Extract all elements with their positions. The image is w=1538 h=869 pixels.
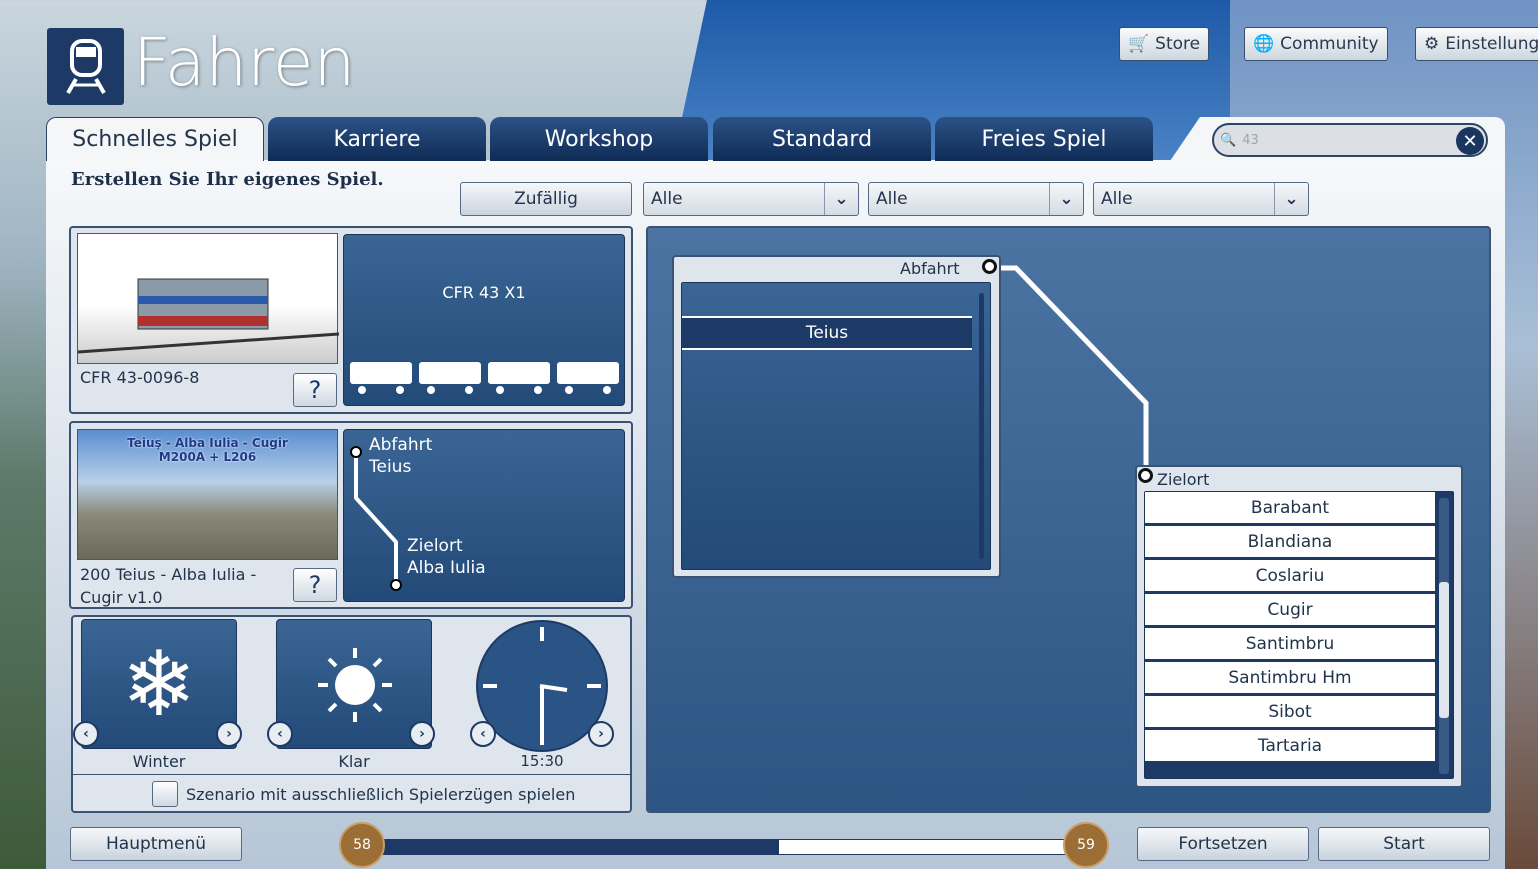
scrollbar[interactable]: [979, 293, 984, 559]
help-icon: ?: [308, 376, 322, 404]
thumb-title: Teiuş - Alba Iulia - Cugir: [127, 436, 288, 450]
destination-item[interactable]: Tartaria: [1145, 730, 1435, 764]
chevron-down-icon: ⌄: [824, 183, 858, 215]
help-icon: ?: [308, 571, 322, 599]
gear-icon: ⚙: [1424, 34, 1440, 54]
filter-dropdown-1[interactable]: Alle ⌄: [643, 182, 859, 216]
tab-label: Workshop: [544, 126, 654, 152]
season-prev-button[interactable]: ‹: [73, 721, 99, 747]
main-menu-label: Hauptmenü: [106, 834, 206, 854]
snowflake-icon: ❄: [81, 619, 237, 749]
destination-item[interactable]: Santimbru Hm: [1145, 662, 1435, 696]
season-label: Winter: [132, 752, 186, 771]
tab-label: Karriere: [333, 126, 421, 152]
destination-item[interactable]: Coslariu: [1145, 560, 1435, 594]
search-input[interactable]: 🔍 43 ✕: [1212, 123, 1488, 157]
settings-button[interactable]: ⚙ Einstellung: [1415, 27, 1538, 61]
thumb-subtitle: M200A + L206: [158, 450, 257, 464]
xp-progress-bar: [382, 839, 1066, 855]
start-button[interactable]: Start: [1318, 827, 1490, 861]
chevron-down-icon: ⌄: [1274, 183, 1308, 215]
weather-label: Klar: [338, 752, 370, 771]
section-heading: Erstellen Sie Ihr eigenes Spiel.: [71, 169, 384, 190]
level-current-badge: 58: [339, 822, 385, 868]
tab-workshop[interactable]: Workshop: [490, 117, 708, 161]
community-button[interactable]: 🌐 Community: [1244, 27, 1388, 61]
settings-label: Einstellung: [1445, 34, 1538, 54]
time-label: 15:30: [520, 752, 564, 770]
tab-standard[interactable]: Standard: [713, 117, 931, 161]
route-name: 200 Teius - Alba Iulia - Cugir v1.0: [80, 565, 257, 607]
tab-schnelles-spiel[interactable]: Schnelles Spiel: [46, 117, 264, 161]
dropdown-value: Alle: [651, 189, 683, 209]
departure-panel-label: Abfahrt: [900, 259, 960, 278]
globe-icon: 🌐: [1253, 34, 1275, 54]
destination-item[interactable]: Barabant: [1145, 492, 1435, 526]
cart-icon: 🛒: [1128, 34, 1150, 54]
train-icon: [47, 28, 124, 105]
loco-name: CFR 43-0096-8: [80, 368, 200, 387]
departure-item-selected[interactable]: Teius: [682, 316, 972, 350]
destination-value: Alba Iulia: [407, 558, 486, 578]
continue-button[interactable]: Fortsetzen: [1137, 827, 1309, 861]
destination-node-icon: [1138, 468, 1153, 483]
store-label: Store: [1155, 34, 1201, 54]
loco-thumbnail: [77, 233, 340, 364]
dropdown-value: Alle: [876, 189, 908, 209]
loco-help-button[interactable]: ?: [293, 373, 337, 407]
destination-list[interactable]: Barabant Blandiana Coslariu Cugir Santimbru S…: [1144, 491, 1454, 779]
route-summary-panel[interactable]: Abfahrt Teius Zielort Alba Iulia: [343, 429, 625, 602]
store-button[interactable]: 🛒 Store: [1119, 27, 1210, 61]
xp-progress-fill: [383, 840, 779, 854]
route-thumbnail: Teiuş - Alba Iulia - Cugir M200A + L206: [77, 429, 338, 560]
destination-item[interactable]: Santimbru: [1145, 628, 1435, 662]
tab-karriere[interactable]: Karriere: [268, 117, 486, 161]
chevron-down-icon: ⌄: [1049, 183, 1083, 215]
scrollbar-thumb[interactable]: [1439, 582, 1449, 718]
consist-panel[interactable]: CFR 43 X1: [343, 234, 625, 406]
destination-item[interactable]: Sibot: [1145, 696, 1435, 730]
tab-freies-spiel[interactable]: Freies Spiel: [935, 117, 1153, 161]
destination-label: Zielort: [407, 536, 463, 556]
tab-label: Freies Spiel: [981, 126, 1107, 152]
wagon-icons: [350, 362, 619, 394]
filter-dropdown-2[interactable]: Alle ⌄: [868, 182, 1084, 216]
tab-label: Standard: [771, 126, 873, 152]
main-menu-button[interactable]: Hauptmenü: [70, 827, 242, 861]
random-label: Zufällig: [514, 189, 578, 209]
departure-value: Teius: [369, 457, 412, 477]
destination-item[interactable]: Cugir: [1145, 594, 1435, 628]
dropdown-value: Alle: [1101, 189, 1133, 209]
season-next-button[interactable]: ›: [216, 721, 242, 747]
departure-node-icon: [982, 259, 997, 274]
community-label: Community: [1280, 34, 1379, 54]
divider: [73, 774, 630, 775]
weather-prev-button[interactable]: ‹: [267, 721, 293, 747]
player-trains-checkbox[interactable]: [152, 781, 178, 807]
level-next: 59: [1077, 837, 1095, 853]
checkbox-label: Szenario mit ausschließlich Spielerzügen…: [186, 785, 576, 804]
route-help-button[interactable]: ?: [293, 568, 337, 602]
page-title: Fahren: [133, 24, 356, 101]
clear-search-button[interactable]: ✕: [1456, 127, 1484, 155]
level-current: 58: [353, 837, 371, 853]
random-button[interactable]: Zufällig: [460, 182, 632, 216]
destination-panel-label: Zielort: [1157, 470, 1210, 489]
departure-list[interactable]: Teius: [681, 282, 991, 570]
time-prev-button[interactable]: ‹: [470, 721, 496, 747]
scrollbar[interactable]: [1439, 498, 1449, 774]
departure-label: Abfahrt: [369, 435, 433, 455]
destination-item[interactable]: Blandiana: [1145, 526, 1435, 560]
search-value: 43: [1242, 132, 1259, 148]
continue-label: Fortsetzen: [1178, 834, 1268, 854]
time-next-button[interactable]: ›: [588, 721, 614, 747]
weather-next-button[interactable]: ›: [409, 721, 435, 747]
start-label: Start: [1383, 834, 1425, 854]
consist-name: CFR 43 X1: [442, 283, 526, 302]
filter-dropdown-3[interactable]: Alle ⌄: [1093, 182, 1309, 216]
search-icon: 🔍: [1220, 132, 1237, 148]
level-next-badge: 59: [1063, 822, 1109, 868]
tab-label: Schnelles Spiel: [72, 127, 238, 152]
